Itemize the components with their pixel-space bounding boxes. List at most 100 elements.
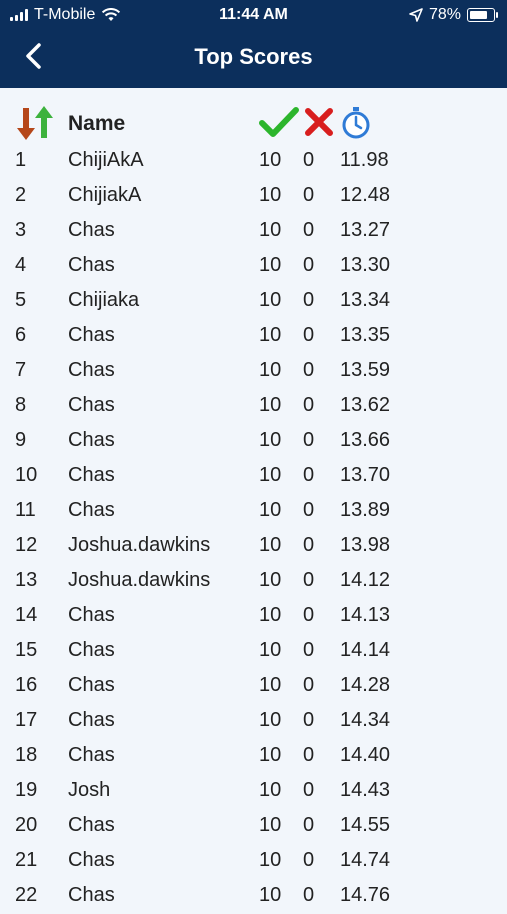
wrong-cell: 0 (303, 569, 315, 591)
name-cell: Joshua.dawkins (68, 534, 211, 556)
name-cell: Chas (68, 219, 115, 241)
correct-cell: 10 (259, 639, 282, 661)
rank-cell: 18 (15, 744, 38, 766)
correct-cell: 10 (259, 604, 282, 626)
correct-cell: 10 (259, 219, 282, 241)
score-row: 2 ChijiakA 10 0 12.48 (0, 179, 507, 214)
name-cell: Chas (68, 464, 115, 486)
wrong-cell: 0 (303, 814, 315, 836)
rank-cell: 15 (15, 639, 38, 661)
score-row: 17 Chas 10 0 14.34 (0, 704, 507, 739)
score-row: 8 Chas 10 0 13.62 (0, 389, 507, 424)
table-header: Name (0, 100, 507, 146)
wrong-cell: 0 (303, 429, 315, 451)
rank-cell: 9 (15, 429, 27, 451)
time-cell: 14.40 (340, 744, 391, 766)
score-row: 5 Chijiaka 10 0 13.34 (0, 284, 507, 319)
name-cell: Chas (68, 814, 115, 836)
name-cell: Chijiaka (68, 289, 140, 311)
rank-cell: 17 (15, 709, 38, 731)
name-cell: Chas (68, 884, 115, 906)
correct-cell: 10 (259, 394, 282, 416)
time-cell: 14.34 (340, 709, 391, 731)
score-row: 18 Chas 10 0 14.40 (0, 739, 507, 774)
wrong-cell: 0 (303, 604, 315, 626)
checkmark-icon (259, 107, 299, 137)
rank-cell: 10 (15, 464, 38, 486)
rank-cell: 7 (15, 359, 27, 381)
score-row: 20 Chas 10 0 14.55 (0, 809, 507, 844)
correct-cell: 10 (259, 429, 282, 451)
name-cell: Chas (68, 359, 115, 381)
correct-cell: 10 (259, 709, 282, 731)
column-header-name[interactable]: Name (68, 112, 125, 136)
score-row: 12 Joshua.dawkins 10 0 13.98 (0, 529, 507, 564)
wrong-cell: 0 (303, 639, 315, 661)
time-cell: 13.34 (340, 289, 391, 311)
score-row: 7 Chas 10 0 13.59 (0, 354, 507, 389)
name-cell: Chas (68, 499, 115, 521)
correct-cell: 10 (259, 149, 282, 171)
correct-cell: 10 (259, 569, 282, 591)
correct-cell: 10 (259, 779, 282, 801)
battery-fill (470, 11, 488, 19)
name-cell: Chas (68, 324, 115, 346)
score-row: 16 Chas 10 0 14.28 (0, 669, 507, 704)
wrong-cell: 0 (303, 149, 315, 171)
rank-cell: 4 (15, 254, 27, 276)
correct-cell: 10 (259, 744, 282, 766)
rank-cell: 11 (15, 499, 36, 521)
wrong-cell: 0 (303, 219, 315, 241)
time-cell: 13.66 (340, 429, 391, 451)
wrong-cell: 0 (303, 534, 315, 556)
name-cell: Chas (68, 674, 115, 696)
time-cell: 13.59 (340, 359, 391, 381)
name-cell: Chas (68, 639, 115, 661)
wrong-cell: 0 (303, 709, 315, 731)
time-cell: 13.70 (340, 464, 391, 486)
name-cell: ChijiAkA (68, 149, 144, 171)
wrong-cell: 0 (303, 184, 315, 206)
time-cell: 14.55 (340, 814, 391, 836)
location-icon (409, 8, 423, 22)
wrong-cell: 0 (303, 324, 315, 346)
score-row: 11 Chas 10 0 13.89 (0, 494, 507, 529)
rank-cell: 8 (15, 394, 27, 416)
name-cell: Chas (68, 394, 115, 416)
wrong-cell: 0 (303, 254, 315, 276)
x-icon (305, 108, 333, 136)
time-cell: 13.30 (340, 254, 391, 276)
score-row: 6 Chas 10 0 13.35 (0, 319, 507, 354)
status-right: 78% (409, 6, 498, 24)
wrong-cell: 0 (303, 464, 315, 486)
wrong-cell: 0 (303, 884, 315, 906)
battery-icon (467, 8, 498, 22)
rank-cell: 1 (15, 149, 27, 171)
name-cell: Chas (68, 604, 115, 626)
rank-cell: 14 (15, 604, 38, 626)
battery-percent: 78% (428, 6, 461, 23)
score-row: 19 Josh 10 0 14.43 (0, 774, 507, 809)
time-cell: 14.43 (340, 779, 391, 801)
correct-cell: 10 (259, 359, 282, 381)
status-bar: T-Mobile 11:44 AM 78% (0, 0, 507, 30)
name-cell: Chas (68, 429, 115, 451)
correct-cell: 10 (259, 814, 282, 836)
score-row: 22 Chas 10 0 14.76 (0, 879, 507, 914)
correct-cell: 10 (259, 289, 282, 311)
score-row: 21 Chas 10 0 14.74 (0, 844, 507, 879)
wrong-cell: 0 (303, 849, 315, 871)
rank-cell: 13 (15, 569, 38, 591)
time-cell: 14.76 (340, 884, 391, 906)
correct-cell: 10 (259, 534, 282, 556)
name-cell: Chas (68, 254, 115, 276)
stopwatch-icon (342, 107, 370, 139)
correct-cell: 10 (259, 499, 282, 521)
sort-arrows-icon[interactable] (14, 104, 56, 142)
correct-cell: 10 (259, 254, 282, 276)
score-row: 4 Chas 10 0 13.30 (0, 249, 507, 284)
wrong-cell: 0 (303, 394, 315, 416)
page-title: Top Scores (194, 44, 313, 69)
time-cell: 13.27 (340, 219, 391, 241)
navigation-header: T-Mobile 11:44 AM 78% Top Scores (0, 0, 507, 88)
